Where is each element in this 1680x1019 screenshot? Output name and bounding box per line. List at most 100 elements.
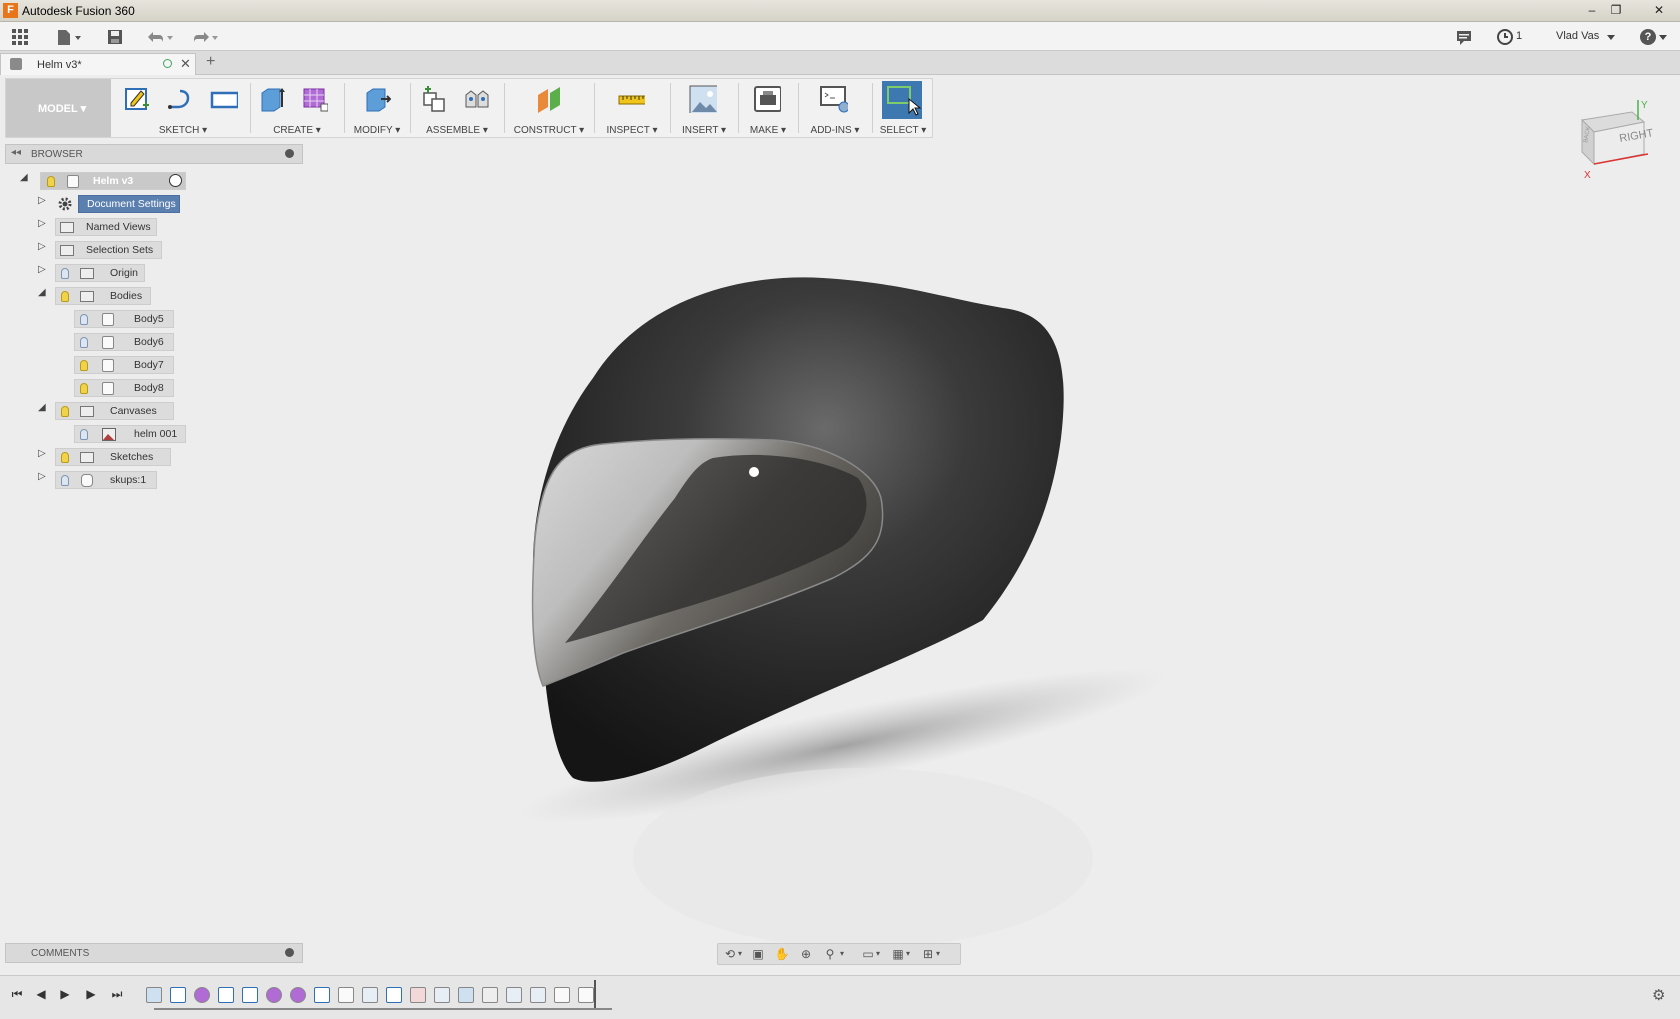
collapse-triangle-icon[interactable]: ◢ bbox=[20, 172, 32, 184]
collapse-panel-icon[interactable]: ◂◂ bbox=[11, 147, 21, 158]
timeline-playhead[interactable] bbox=[594, 980, 596, 1008]
job-status-clock-icon[interactable] bbox=[1496, 28, 1514, 46]
expand-triangle-icon[interactable]: ▷ bbox=[38, 241, 50, 253]
visibility-bulb-icon[interactable] bbox=[61, 406, 69, 417]
add-comment-icon[interactable] bbox=[285, 948, 294, 957]
go-to-end-icon[interactable]: ⏭ bbox=[110, 986, 124, 1002]
timeline-sketch-feature-icon[interactable] bbox=[314, 987, 330, 1003]
extrude-icon[interactable] bbox=[258, 85, 286, 113]
document-tab[interactable]: Helm v3* ✕ bbox=[0, 53, 196, 75]
timeline-body-feature-icon[interactable] bbox=[530, 987, 546, 1003]
maximize-button[interactable]: ❐ bbox=[1605, 2, 1627, 18]
visibility-bulb-icon[interactable] bbox=[61, 475, 69, 486]
job-status-count[interactable]: 1 bbox=[1516, 30, 1522, 42]
sketch-menu[interactable]: SKETCH ▾ bbox=[118, 125, 248, 136]
line-tool-icon[interactable] bbox=[166, 85, 194, 113]
go-to-start-icon[interactable]: ⏮ bbox=[10, 986, 24, 1002]
visibility-bulb-icon[interactable] bbox=[61, 452, 69, 463]
pan-hand-icon[interactable]: ✋ bbox=[774, 947, 790, 961]
timeline-body-feature-icon[interactable] bbox=[554, 987, 570, 1003]
visibility-bulb-icon[interactable] bbox=[80, 429, 88, 440]
offset-plane-icon[interactable] bbox=[535, 85, 563, 113]
visibility-bulb-icon[interactable] bbox=[61, 268, 69, 279]
look-at-icon[interactable]: ▣ bbox=[750, 947, 766, 961]
expand-triangle-icon[interactable]: ▷ bbox=[38, 264, 50, 276]
collapse-triangle-icon[interactable]: ◢ bbox=[38, 402, 50, 414]
viewports-chevron-down-icon[interactable]: ▾ bbox=[934, 947, 942, 961]
help-icon[interactable]: ? bbox=[1640, 29, 1656, 45]
rectangle-tool-icon[interactable] bbox=[210, 85, 238, 113]
timeline-move-feature-icon[interactable] bbox=[482, 987, 498, 1003]
close-window-button[interactable]: ✕ bbox=[1648, 2, 1670, 18]
close-tab-icon[interactable]: ✕ bbox=[180, 56, 191, 72]
timeline-body-feature-icon[interactable] bbox=[578, 987, 594, 1003]
display-chevron-down-icon[interactable]: ▾ bbox=[874, 947, 882, 961]
data-panel-grid-icon[interactable] bbox=[10, 28, 30, 46]
fit-zoom-window-icon[interactable]: ⚲ bbox=[822, 947, 838, 961]
assemble-menu[interactable]: ASSEMBLE ▾ bbox=[412, 125, 502, 136]
visibility-bulb-icon[interactable] bbox=[80, 383, 88, 394]
timeline-body-feature-icon[interactable] bbox=[338, 987, 354, 1003]
step-forward-icon[interactable]: ▶ bbox=[84, 986, 98, 1002]
insert-canvas-image-icon[interactable] bbox=[689, 85, 717, 113]
measure-ruler-icon[interactable] bbox=[617, 85, 645, 113]
visibility-bulb-icon[interactable] bbox=[80, 337, 88, 348]
construct-menu[interactable]: CONSTRUCT ▾ bbox=[506, 125, 592, 136]
create-form-icon[interactable] bbox=[300, 85, 328, 113]
notifications-comment-icon[interactable] bbox=[1455, 28, 1473, 46]
inspect-menu[interactable]: INSPECT ▾ bbox=[596, 125, 668, 136]
file-menu-icon[interactable] bbox=[54, 28, 84, 46]
grid-chevron-down-icon[interactable]: ▾ bbox=[904, 947, 912, 961]
redo-icon[interactable] bbox=[190, 28, 220, 46]
minimize-button[interactable]: – bbox=[1581, 2, 1603, 18]
browser-panel-header[interactable]: ◂◂ BROWSER bbox=[5, 144, 303, 164]
modify-menu[interactable]: MODIFY ▾ bbox=[346, 125, 408, 136]
timeline-form-feature-icon[interactable] bbox=[194, 987, 210, 1003]
viewcube[interactable]: RIGHT BACK X Y bbox=[1580, 100, 1660, 180]
scripts-addins-icon[interactable] bbox=[820, 85, 848, 113]
timeline-split-feature-icon[interactable] bbox=[458, 987, 474, 1003]
timeline-sketch-feature-icon[interactable] bbox=[242, 987, 258, 1003]
timeline-sketch-feature-icon[interactable] bbox=[218, 987, 234, 1003]
visibility-bulb-icon[interactable] bbox=[80, 314, 88, 325]
orbit-chevron-down-icon[interactable]: ▾ bbox=[736, 947, 744, 961]
step-back-icon[interactable]: ◀ bbox=[34, 986, 48, 1002]
timeline-form-feature-icon[interactable] bbox=[266, 987, 282, 1003]
timeline-sweep-feature-icon[interactable] bbox=[410, 987, 426, 1003]
help-chevron-down-icon[interactable] bbox=[1658, 28, 1668, 46]
select-menu[interactable]: SELECT ▾ bbox=[874, 125, 932, 136]
3d-viewport[interactable] bbox=[303, 138, 1680, 963]
timeline-settings-gear-icon[interactable]: ⚙ bbox=[1652, 986, 1668, 1004]
comments-panel-header[interactable]: COMMENTS bbox=[5, 943, 303, 963]
timeline-body-feature-icon[interactable] bbox=[362, 987, 378, 1003]
play-icon[interactable]: ▶ bbox=[58, 986, 72, 1002]
select-tool-icon[interactable] bbox=[882, 81, 922, 119]
user-menu-chevron-down-icon[interactable] bbox=[1606, 28, 1616, 46]
browser-options-icon[interactable] bbox=[285, 149, 294, 158]
undo-icon[interactable] bbox=[144, 28, 174, 46]
3d-print-icon[interactable] bbox=[753, 85, 781, 113]
timeline-body-feature-icon[interactable] bbox=[434, 987, 450, 1003]
visibility-bulb-icon[interactable] bbox=[61, 291, 69, 302]
workspace-switcher[interactable]: MODEL ▾ bbox=[6, 79, 111, 137]
expand-triangle-icon[interactable]: ▷ bbox=[38, 218, 50, 230]
new-tab-plus-icon[interactable]: + bbox=[206, 53, 215, 71]
press-pull-icon[interactable] bbox=[363, 85, 391, 113]
timeline-sketch-feature-icon[interactable] bbox=[386, 987, 402, 1003]
timeline-body-feature-icon[interactable] bbox=[506, 987, 522, 1003]
save-icon[interactable] bbox=[106, 28, 124, 46]
visibility-bulb-icon[interactable] bbox=[47, 176, 55, 187]
new-component-icon[interactable] bbox=[420, 85, 448, 113]
create-sketch-icon[interactable] bbox=[123, 85, 151, 113]
expand-triangle-icon[interactable]: ▷ bbox=[38, 195, 50, 207]
visibility-bulb-icon[interactable] bbox=[80, 360, 88, 371]
joint-icon[interactable] bbox=[462, 85, 490, 113]
activate-radio-icon[interactable] bbox=[169, 174, 182, 187]
collapse-triangle-icon[interactable]: ◢ bbox=[38, 287, 50, 299]
timeline-sketch-feature-icon[interactable] bbox=[170, 987, 186, 1003]
timeline-form-feature-icon[interactable] bbox=[290, 987, 306, 1003]
addins-menu[interactable]: ADD-INS ▾ bbox=[800, 125, 870, 136]
make-menu[interactable]: MAKE ▾ bbox=[740, 125, 796, 136]
create-menu[interactable]: CREATE ▾ bbox=[252, 125, 342, 136]
zoom-icon[interactable]: ⊕ bbox=[798, 947, 814, 961]
